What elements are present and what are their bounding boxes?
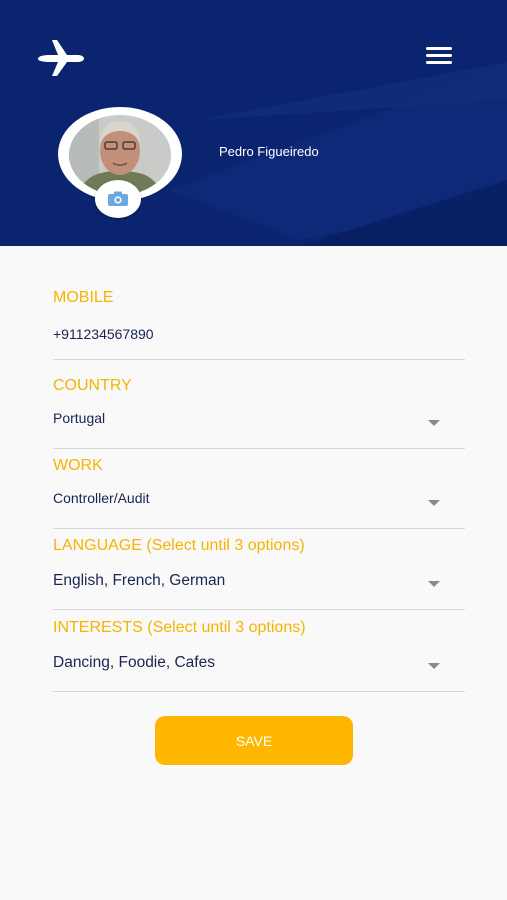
divider [53,609,465,610]
language-field[interactable]: LANGUAGE (Select until 3 options) Englis… [53,537,465,610]
mobile-field[interactable]: MOBILE +911234567890 [53,289,465,360]
change-photo-button[interactable] [95,180,141,218]
mobile-label: MOBILE [53,289,114,306]
language-label: LANGUAGE (Select until 3 options) [53,537,305,554]
work-label: WORK [53,457,103,474]
camera-icon [108,191,128,206]
country-label: COUNTRY [53,377,132,394]
interests-value[interactable]: Dancing, Foodie, Cafes [53,654,215,672]
divider [53,528,465,529]
caret-down-icon[interactable] [428,663,440,669]
caret-down-icon[interactable] [428,581,440,587]
menu-bar [426,54,452,57]
language-value[interactable]: English, French, German [53,572,225,590]
divider [53,691,465,692]
user-name: Pedro Figueiredo [219,144,319,159]
caret-down-icon[interactable] [428,500,440,506]
menu-bar [426,47,452,50]
divider [53,359,465,360]
hamburger-menu-icon[interactable] [426,47,452,67]
caret-down-icon[interactable] [428,420,440,426]
divider [53,448,465,449]
save-button[interactable]: SAVE [155,716,353,765]
work-value[interactable]: Controller/Audit [53,490,150,506]
mobile-value[interactable]: +911234567890 [53,326,154,342]
interests-label: INTERESTS (Select until 3 options) [53,619,306,636]
interests-field[interactable]: INTERESTS (Select until 3 options) Danci… [53,619,465,692]
work-field[interactable]: WORK Controller/Audit [53,457,465,529]
country-value[interactable]: Portugal [53,410,105,426]
menu-bar [426,61,452,64]
plane-icon[interactable] [36,38,86,78]
country-field[interactable]: COUNTRY Portugal [53,377,465,449]
profile-header: Pedro Figueiredo [0,0,507,246]
